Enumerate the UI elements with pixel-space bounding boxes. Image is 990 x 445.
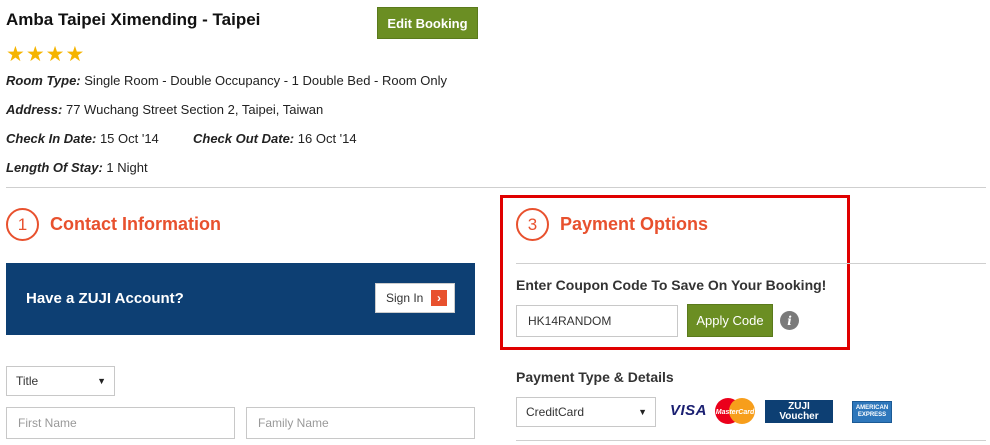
check-out-value: 16 Oct '14: [297, 131, 357, 146]
dropdown-arrow-icon: ▼: [638, 407, 647, 417]
section-divider: [6, 187, 986, 188]
payment-divider: [516, 263, 986, 264]
payment-type-value: CreditCard: [526, 405, 585, 419]
payment-bottom-divider: [516, 440, 986, 441]
info-icon[interactable]: i: [780, 311, 799, 330]
star-rating: ★★★★: [6, 43, 86, 66]
apply-code-button[interactable]: Apply Code: [687, 304, 773, 337]
amex-line2: EXPRESS: [857, 412, 887, 418]
payment-type-select[interactable]: CreditCard ▼: [516, 397, 656, 427]
account-prompt: Have a ZUJI Account?: [26, 290, 184, 307]
visa-logo-icon: VISA: [670, 402, 708, 419]
payment-type-label: Payment Type & Details: [516, 369, 674, 385]
mastercard-logo-icon: MasterCard: [713, 397, 757, 425]
payment-section-title: Payment Options: [560, 214, 709, 234]
coupon-label: Enter Coupon Code To Save On Your Bookin…: [516, 277, 827, 293]
step-number-badge: 3: [516, 208, 549, 241]
family-name-field[interactable]: Family Name: [246, 407, 475, 439]
mastercard-text: MasterCard: [716, 409, 755, 416]
contact-section-header: 1 Contact Information: [6, 208, 221, 241]
check-in-value: 15 Oct '14: [99, 131, 159, 146]
address-label: Address:: [6, 102, 63, 117]
address-row: Address: 77 Wuchang Street Section 2, Ta…: [6, 102, 323, 117]
coupon-code-input[interactable]: HK14RANDOM: [516, 305, 678, 337]
contact-section-title: Contact Information: [50, 214, 221, 234]
room-type-value: Single Room - Double Occupancy - 1 Doubl…: [84, 73, 447, 88]
zuji-voucher-line2: Voucher: [779, 410, 819, 422]
hotel-name: Amba Taipei Ximending - Taipei: [6, 10, 261, 29]
length-of-stay-label: Length Of Stay:: [6, 160, 103, 175]
title-select-value: Title: [16, 374, 39, 388]
step-number-badge: 1: [6, 208, 39, 241]
chevron-right-icon: ›: [431, 290, 447, 306]
check-in-row: Check In Date: 15 Oct '14: [6, 131, 159, 146]
room-type-row: Room Type: Single Room - Double Occupanc…: [6, 73, 447, 88]
length-of-stay-value: 1 Night: [106, 160, 148, 175]
check-out-label: Check Out Date:: [193, 131, 295, 146]
payment-section-header: 3 Payment Options: [516, 208, 708, 241]
title-select[interactable]: Title ▼: [6, 366, 115, 396]
amex-line1: AMERICAN: [855, 405, 889, 411]
address-value: 77 Wuchang Street Section 2, Taipei, Tai…: [65, 102, 324, 117]
room-type-label: Room Type:: [6, 73, 81, 88]
zuji-voucher-line1: ZUJI: [788, 400, 810, 412]
length-of-stay-row: Length Of Stay: 1 Night: [6, 160, 148, 175]
sign-in-button[interactable]: Sign In ›: [375, 283, 455, 313]
check-in-label: Check In Date:: [6, 131, 97, 146]
sign-in-label: Sign In: [386, 291, 424, 305]
check-out-row: Check Out Date: 16 Oct '14: [193, 131, 357, 146]
dropdown-arrow-icon: ▼: [97, 376, 106, 386]
zuji-voucher-logo-icon: ZUJI Voucher: [765, 400, 833, 423]
zuji-account-panel: Have a ZUJI Account? Sign In ›: [6, 263, 475, 335]
amex-logo-icon: AMERICAN EXPRESS: [852, 401, 892, 423]
edit-booking-button[interactable]: Edit Booking: [377, 7, 478, 39]
first-name-field[interactable]: First Name: [6, 407, 235, 439]
